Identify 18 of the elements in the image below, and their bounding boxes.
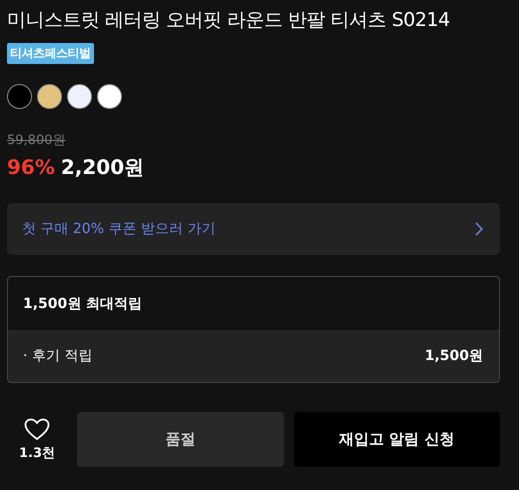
product-title: 미니스트릿 레터링 오버핏 라운드 반팔 티셔츠 S0214 xyxy=(7,8,451,33)
soldout-button[interactable]: 품절 xyxy=(77,412,284,467)
restock-alert-button[interactable]: 재입고 알림 신청 xyxy=(294,412,500,467)
points-value: 1,500원 xyxy=(424,347,483,365)
heart-icon[interactable] xyxy=(24,418,50,440)
discount-rate: 96% xyxy=(7,155,55,179)
points-title: 1,500원 최대적립 xyxy=(23,294,142,312)
color-swatch[interactable] xyxy=(97,84,122,109)
color-swatch[interactable] xyxy=(67,84,92,109)
color-swatch[interactable] xyxy=(7,84,32,109)
like-count: 1.3천 xyxy=(18,444,56,462)
color-swatch[interactable] xyxy=(37,84,62,109)
coupon-banner[interactable]: 첫 구매 20% 쿠폰 받으러 가기 xyxy=(7,203,500,255)
chevron-right-icon xyxy=(474,221,484,237)
original-price: 59,800원 xyxy=(7,132,66,149)
promo-badge: 티셔츠페스티벌 xyxy=(7,43,94,64)
points-label: · 후기 적립 xyxy=(23,347,92,365)
sale-price: 2,200원 xyxy=(60,154,144,181)
